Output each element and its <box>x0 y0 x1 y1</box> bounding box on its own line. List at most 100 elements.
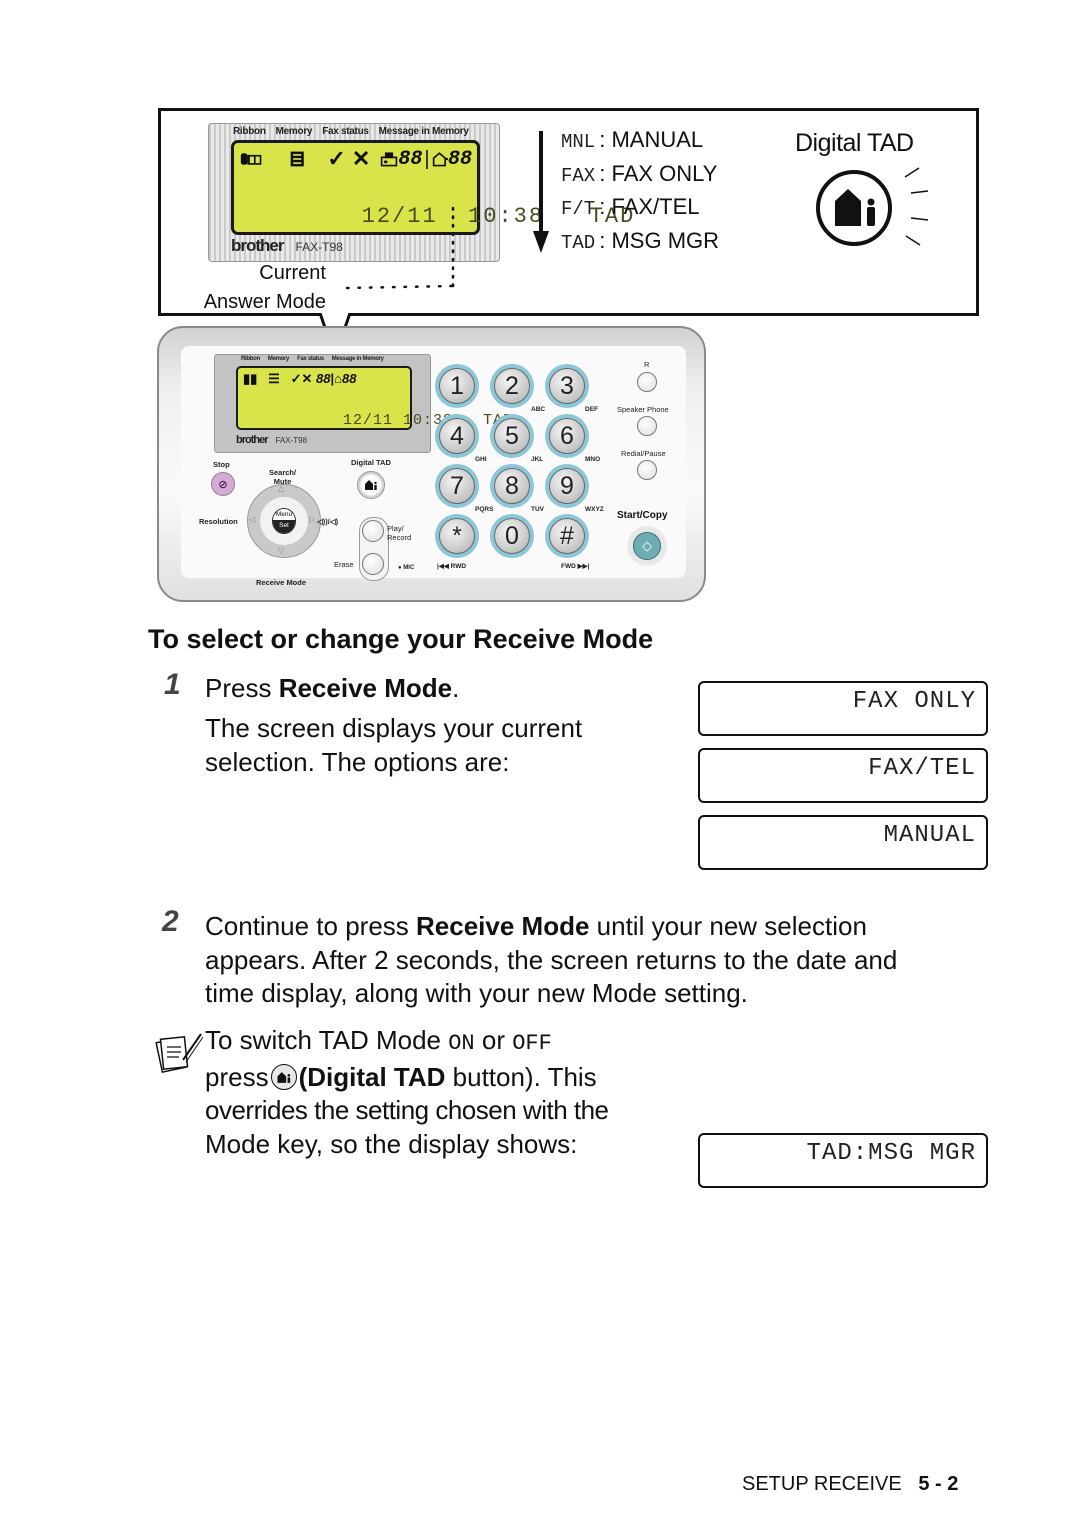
key-5[interactable]: 5 <box>490 414 534 458</box>
speaker-phone-button[interactable] <box>637 416 657 436</box>
keypad: 1 2 3 ABC DEF 4 5 6 GHI JKL MNO 7 8 9 PQ… <box>435 364 605 576</box>
nav-left-arrow-icon[interactable]: ◁ <box>249 515 255 524</box>
step-1-description: The screen displays your current selecti… <box>205 713 583 777</box>
speaker-phone-label: Speaker Phone <box>617 405 669 414</box>
brand-logo: brother <box>236 434 268 446</box>
off-text: OFF <box>512 1031 552 1056</box>
lcd-label-fax-status: Fax status <box>297 356 324 362</box>
lcd-panel-small: Ribbon Memory Fax status Message in Memo… <box>214 354 512 453</box>
key-3-letters: DEF <box>585 406 598 413</box>
key-5-letters: JKL <box>531 456 544 463</box>
digital-tad-label: Digital TAD <box>351 458 391 467</box>
key-2-letters: ABC <box>531 406 546 413</box>
key-9[interactable]: 9 <box>545 464 589 508</box>
stop-button[interactable]: ⊘ <box>211 472 235 496</box>
section-heading: To select or change your Receive Mode <box>148 624 654 654</box>
mode-list: MNL: MANUAL FAX: FAX ONLY F/T: FAX/TEL T… <box>561 127 719 261</box>
on-text: ON <box>448 1031 475 1056</box>
lcd-label-message: Message in Memory <box>378 126 469 137</box>
key-6[interactable]: 6 <box>545 414 589 458</box>
key-2[interactable]: 2 <box>490 364 534 408</box>
key-4[interactable]: 4 <box>435 414 479 458</box>
note-icon <box>155 1033 204 1074</box>
lcd-display-fax-tel: FAX/TEL <box>698 748 988 803</box>
lcd-icon-row: ▮▮ ☰ ✓✕ 88|⌂88 <box>243 371 357 386</box>
mode-row: MNL: MANUAL <box>561 127 704 153</box>
page-number: 5 - 2 <box>918 1473 959 1495</box>
key-8-letters: TUV <box>531 506 544 513</box>
step-1-text: Press Receive Mode. <box>205 673 460 703</box>
fax-counter-icon <box>381 152 398 167</box>
model-name: FAX-T98 <box>295 240 343 254</box>
key-7-letters: PQRS <box>475 506 494 513</box>
fax-counter-value: 88 <box>398 147 423 171</box>
lcd-date: 12/11 <box>343 412 394 429</box>
pointer-label-answer-mode: Answer Mode <box>203 291 326 313</box>
menu-set-button[interactable]: Menu Set <box>272 508 296 534</box>
lcd-label-message: Message in Memory <box>331 356 384 362</box>
nav-down-arrow-icon[interactable]: ▽ <box>278 546 284 555</box>
play-record-button[interactable] <box>362 520 384 542</box>
digital-tad-inline-icon <box>270 1064 297 1091</box>
check-icon: ✓ <box>327 146 346 171</box>
mode-row: F/T: FAX/TEL <box>561 194 700 220</box>
digital-tad-button-icon <box>816 167 929 246</box>
erase-label: Erase <box>334 560 354 569</box>
key-6-letters: MNO <box>585 456 601 463</box>
memory-icon <box>290 151 304 167</box>
fwd-label: FWD ▶▶| <box>561 563 590 570</box>
lcd-display-manual: MANUAL <box>698 815 988 870</box>
key-9-letters: WXYZ <box>585 506 604 513</box>
dotted-pointer-line <box>345 206 455 290</box>
key-1[interactable]: 1 <box>435 364 479 408</box>
lcd-label-memory: Memory <box>275 126 313 137</box>
lcd-label-ribbon: Ribbon <box>233 126 266 137</box>
receive-mode-label: Receive Mode <box>256 578 307 587</box>
mode-row: TAD: MSG MGR <box>561 227 720 254</box>
lcd-label-memory: Memory <box>267 356 290 362</box>
digital-tad-button[interactable] <box>357 471 385 499</box>
key-hash[interactable]: # <box>545 514 589 558</box>
step-2-number: 2 <box>162 905 179 938</box>
nav-right-arrow-icon[interactable]: ▷ <box>309 515 315 524</box>
start-copy-label: Start/Copy <box>617 510 668 521</box>
brand-logo: brother <box>231 236 284 255</box>
start-copy-button[interactable]: ◇ <box>627 526 667 566</box>
nav-up-arrow-icon[interactable]: △ <box>278 484 284 493</box>
tad-counter-icon <box>432 152 448 167</box>
fax-control-panel: Ribbon Memory Fax status Message in Memo… <box>157 326 706 602</box>
key-7[interactable]: 7 <box>435 464 479 508</box>
digital-tad-title: Digital TAD <box>795 129 914 157</box>
lcd-label-ribbon: Ribbon <box>241 356 260 362</box>
model-name: FAX-T98 <box>275 436 308 445</box>
step-2-text: Continue to press Receive Mode until you… <box>205 911 898 1008</box>
r-button[interactable] <box>637 372 657 392</box>
key-8[interactable]: 8 <box>490 464 534 508</box>
key-star[interactable]: * <box>435 514 479 558</box>
cross-icon: ✕ <box>351 146 371 171</box>
house-person-icon <box>365 480 377 490</box>
stop-label: Stop <box>213 460 230 469</box>
lcd-display-fax-only: FAX ONLY <box>698 681 988 736</box>
receive-mode-bold: Receive Mode <box>278 673 453 703</box>
ribbon-icon <box>240 153 262 165</box>
r-label: R <box>644 360 650 369</box>
lcd-label-fax-status: Fax status <box>322 126 369 137</box>
pointer-label-current: Current <box>259 262 326 284</box>
lcd-display-tad-msg-mgr: TAD:MSG MGR <box>698 1133 988 1188</box>
redial-pause-label: Redial/Pause <box>621 449 666 458</box>
key-0[interactable]: 0 <box>490 514 534 558</box>
rwd-label: |◀◀ RWD <box>437 563 467 570</box>
key-4-letters: GHI <box>475 456 487 463</box>
panel-face: Ribbon Memory Fax status Message in Memo… <box>181 346 686 587</box>
down-arrow-icon <box>533 131 549 253</box>
erase-button[interactable] <box>362 553 384 575</box>
page-footer: SETUP RECEIVE 5 - 2 <box>742 1473 958 1496</box>
resolution-label: Resolution <box>199 517 238 526</box>
mode-row: FAX: FAX ONLY <box>561 160 718 187</box>
key-3[interactable]: 3 <box>545 364 589 408</box>
redial-pause-button[interactable] <box>637 460 657 480</box>
play-record-label: Play/Record <box>387 524 412 542</box>
volume-label: ◁))/◁) <box>317 517 339 526</box>
start-diamond-icon: ◇ <box>633 532 661 560</box>
